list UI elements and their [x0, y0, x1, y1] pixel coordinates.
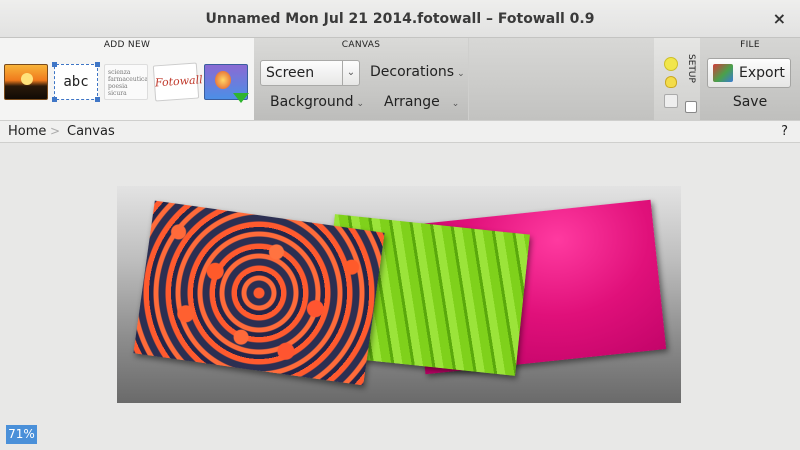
breadcrumb-canvas[interactable]: Canvas: [67, 121, 115, 142]
title-bar: Unnamed Mon Jul 21 2014.fotowall – Fotow…: [0, 0, 800, 38]
help-button[interactable]: ?: [781, 121, 788, 142]
ribbon-toolbar: ADD NEW abc scienza farmaceutica poesia …: [0, 38, 800, 120]
decorations-menu[interactable]: Decorations ⌄: [370, 64, 465, 80]
arrange-label: Arrange: [384, 94, 440, 110]
setup-checkbox[interactable]: [685, 101, 697, 113]
screen-combo[interactable]: Screen ⌄: [260, 60, 360, 86]
breadcrumb-separator-icon: >: [50, 124, 61, 138]
save-button[interactable]: Save: [700, 94, 800, 110]
chevron-down-icon: ⌄: [451, 99, 460, 109]
zoom-level-badge: 71%: [6, 425, 37, 444]
add-text-icon[interactable]: abc: [52, 62, 100, 102]
breadcrumb-home[interactable]: Home: [8, 121, 46, 142]
smiley-icon[interactable]: [664, 57, 678, 71]
file-label: FILE: [740, 40, 760, 50]
fotowall-text: Fotowall: [154, 73, 204, 90]
background-label: Background: [270, 94, 354, 110]
setup-label: SETUP: [686, 54, 696, 83]
add-picture-icon[interactable]: [4, 64, 48, 100]
download-picture-icon[interactable]: [204, 64, 249, 103]
save-label: Save: [732, 94, 768, 110]
window-title: Unnamed Mon Jul 21 2014.fotowall – Fotow…: [205, 11, 595, 27]
settings-icon[interactable]: [664, 94, 678, 108]
chevron-down-icon[interactable]: ⌄: [342, 61, 359, 85]
chevron-down-icon: ⌄: [457, 69, 465, 79]
photo-canvas[interactable]: [117, 186, 681, 403]
add-new-label: ADD NEW: [103, 40, 151, 50]
export-icon: [713, 64, 733, 82]
breadcrumb: Home > Canvas ?: [0, 120, 800, 143]
toolbar-spacer: [468, 38, 654, 120]
canvas-label: CANVAS: [341, 40, 381, 50]
add-text-label: abc: [63, 74, 89, 90]
add-wordcloud-icon[interactable]: scienza farmaceutica poesia sicura: [104, 64, 148, 100]
lightbulb-icon[interactable]: [665, 76, 677, 88]
arrange-menu[interactable]: Arrange ⌄: [384, 94, 459, 110]
add-fotowall-icon[interactable]: Fotowall: [152, 62, 203, 102]
add-new-section: ADD NEW abc scienza farmaceutica poesia …: [0, 38, 254, 120]
photo-orange-flowers[interactable]: [133, 200, 385, 386]
chevron-down-icon: ⌄: [356, 99, 365, 109]
export-label: Export: [739, 65, 785, 81]
close-icon[interactable]: ×: [773, 0, 786, 38]
screen-combo-value: Screen: [266, 65, 315, 81]
export-button[interactable]: Export: [707, 58, 791, 88]
decorations-label: Decorations: [370, 64, 455, 80]
wordcloud-text: scienza farmaceutica poesia sicura: [108, 69, 148, 97]
background-menu[interactable]: Background ⌄: [270, 94, 364, 110]
